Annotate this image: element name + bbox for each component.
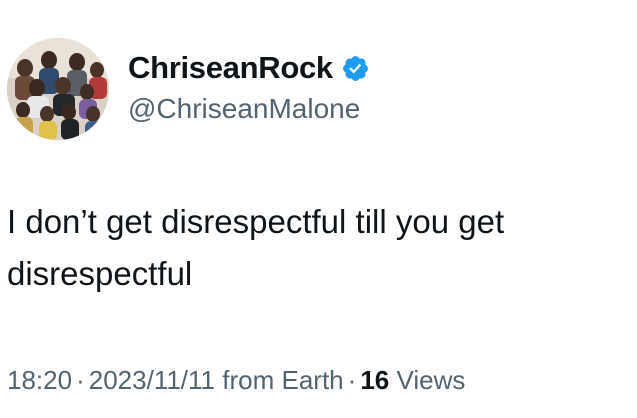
views-label[interactable]: Views	[396, 365, 465, 395]
avatar[interactable]	[7, 38, 109, 140]
views-count[interactable]: 16	[360, 365, 389, 395]
tweet-meta: 18:20 · 2023/11/11 from Earth · 16 Views	[7, 360, 465, 400]
tweet-date[interactable]: 2023/11/11	[89, 365, 215, 395]
tweet-text: I don’t get disrespectful till you get d…	[7, 203, 505, 292]
meta-separator: ·	[347, 365, 357, 395]
family-photo-image	[7, 38, 109, 140]
meta-separator: ·	[76, 365, 85, 395]
tweet-card: ChriseanRock @ChriseanMalone I don’t get…	[0, 0, 637, 418]
author-handle[interactable]: @ChriseanMalone	[128, 88, 360, 130]
tweet-time[interactable]: 18:20	[7, 365, 72, 395]
verified-badge-icon	[341, 54, 370, 83]
author-name-row: ChriseanRock	[128, 47, 370, 89]
author-display-name[interactable]: ChriseanRock	[128, 47, 333, 89]
tweet-location: from Earth	[222, 365, 344, 395]
